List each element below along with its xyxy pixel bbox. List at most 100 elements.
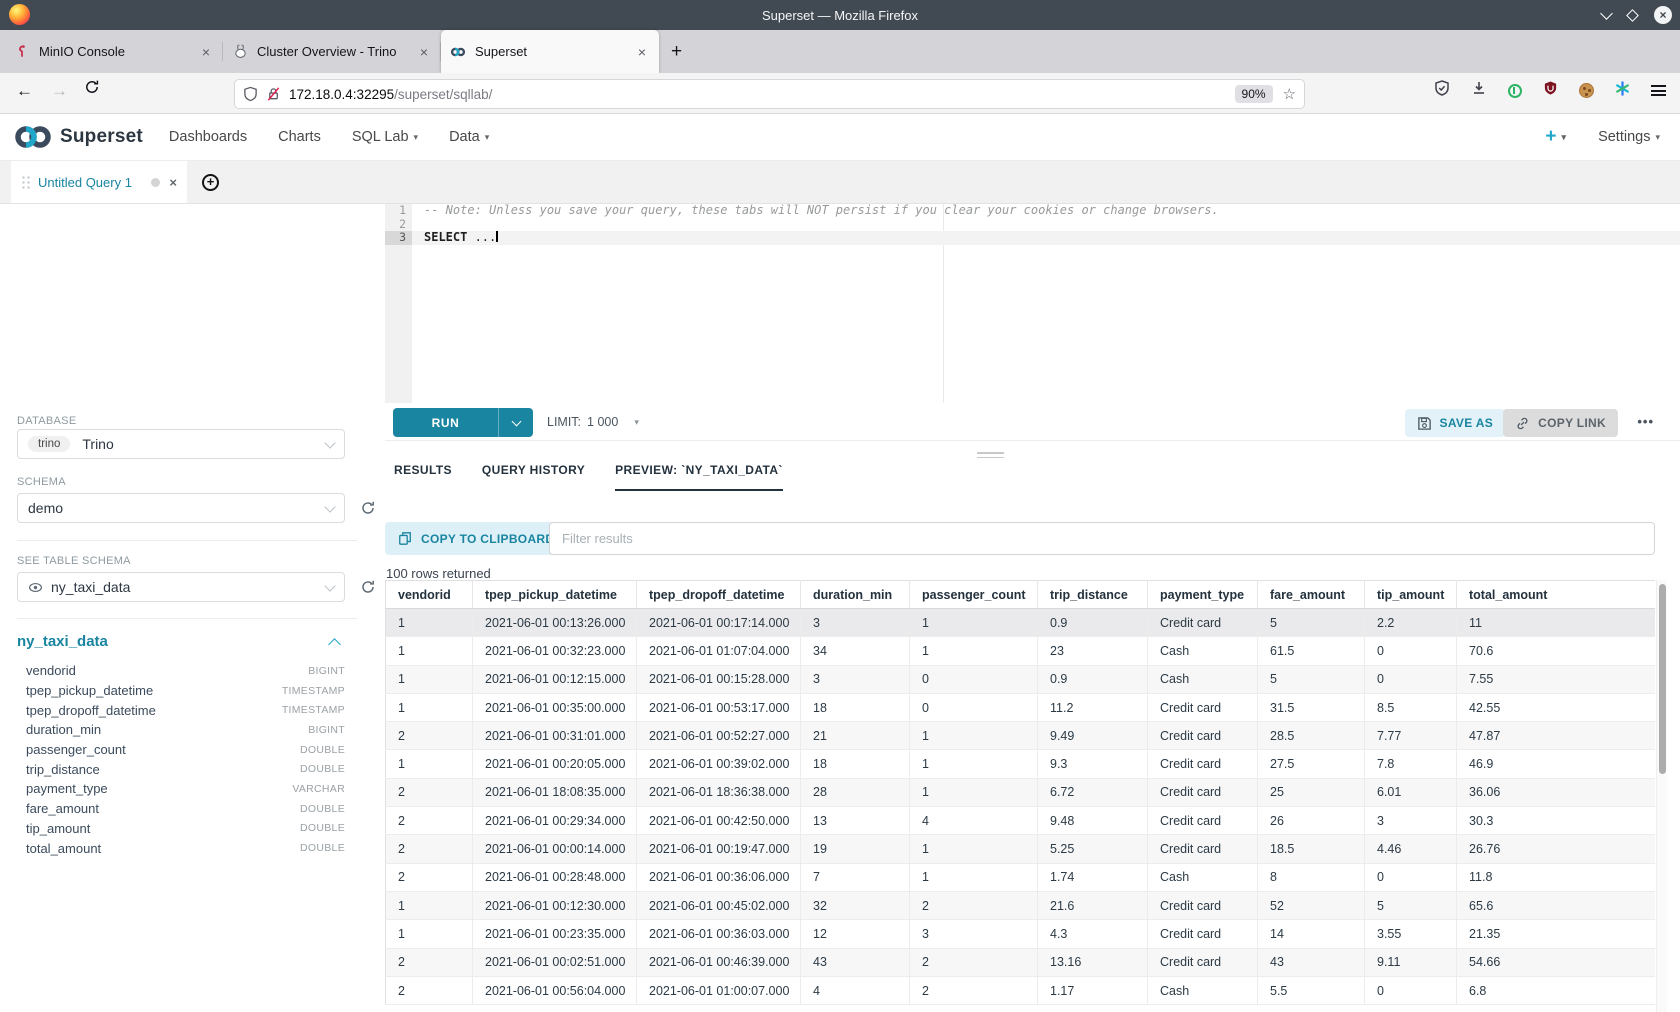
code-line-2[interactable] (412, 218, 1680, 232)
shield-icon[interactable] (243, 86, 258, 102)
database-select[interactable]: trino Trino (17, 429, 345, 459)
table-cell: 21 (801, 722, 910, 750)
schema-select[interactable]: demo (17, 493, 345, 523)
run-options-caret[interactable] (499, 408, 533, 437)
minimize-icon[interactable] (1600, 7, 1613, 20)
column-header-tip-amount[interactable]: tip_amount (1365, 581, 1457, 609)
table-row[interactable]: 12021-06-01 00:32:23.0002021-06-01 01:07… (386, 637, 1656, 665)
results-tab-preview-ny-taxi-data[interactable]: PREVIEW: `NY_TAXI_DATA` (615, 463, 783, 491)
refresh-schema-icon[interactable] (358, 498, 378, 518)
copy-link-button[interactable]: COPY LINK (1503, 409, 1618, 437)
close-tab-icon[interactable]: × (198, 44, 214, 60)
query-tab-untitled-query-1[interactable]: Untitled Query 1 × (11, 161, 187, 203)
table-row[interactable]: 22021-06-01 18:08:35.0002021-06-01 18:36… (386, 778, 1656, 806)
close-query-tab-icon[interactable]: × (169, 175, 177, 190)
close-tab-icon[interactable]: × (634, 44, 650, 60)
asterisk-extension-icon[interactable] (1615, 81, 1630, 101)
column-header-payment-type[interactable]: payment_type (1148, 581, 1258, 609)
table-row[interactable]: 12021-06-01 00:12:15.0002021-06-01 00:15… (386, 665, 1656, 693)
column-row-total-amount[interactable]: total_amountDOUBLE (17, 838, 345, 858)
table-row[interactable]: 22021-06-01 00:00:14.0002021-06-01 00:19… (386, 835, 1656, 863)
drag-handle-icon[interactable] (21, 175, 30, 189)
bookmark-star-icon[interactable]: ☆ (1283, 85, 1296, 103)
sql-editor[interactable]: 123 -- Note: Unless you save your query,… (385, 204, 1680, 403)
column-row-duration-min[interactable]: duration_minBIGINT (17, 720, 345, 740)
ublock-extension-icon[interactable] (1543, 80, 1558, 101)
table-row[interactable]: 12021-06-01 00:12:30.0002021-06-01 00:45… (386, 891, 1656, 919)
shield-check-icon[interactable] (1434, 80, 1450, 101)
table-row[interactable]: 22021-06-01 00:29:34.0002021-06-01 00:42… (386, 807, 1656, 835)
column-row-payment-type[interactable]: payment_typeVARCHAR (17, 779, 345, 799)
column-row-passenger-count[interactable]: passenger_countDOUBLE (17, 740, 345, 760)
zoom-level-badge[interactable]: 90% (1235, 85, 1273, 103)
new-item-button[interactable]: +▾ (1545, 126, 1566, 148)
collapse-caret-icon[interactable] (328, 638, 341, 651)
column-row-trip-distance[interactable]: trip_distanceDOUBLE (17, 759, 345, 779)
code-line-3[interactable]: SELECT ... (412, 231, 1680, 245)
url-bar[interactable]: 172.18.0.4:32295/superset/sqllab/ 90% ☆ (234, 79, 1305, 109)
column-header-tpep-pickup-datetime[interactable]: tpep_pickup_datetime (473, 581, 637, 609)
nav-item-sql-lab[interactable]: SQL Lab▾ (352, 129, 418, 145)
column-header-passenger-count[interactable]: passenger_count (910, 581, 1038, 609)
table-row[interactable]: 12021-06-01 00:20:05.0002021-06-01 00:39… (386, 750, 1656, 778)
table-row[interactable]: 12021-06-01 00:35:00.0002021-06-01 00:53… (386, 693, 1656, 721)
column-row-tpep-pickup-datetime[interactable]: tpep_pickup_datetimeTIMESTAMP (17, 681, 345, 701)
browser-tab-minio-console[interactable]: MinIO Console× (5, 30, 223, 73)
filter-results-input[interactable] (549, 522, 1655, 555)
settings-menu[interactable]: Settings▾ (1598, 129, 1660, 145)
table-row[interactable]: 22021-06-01 00:02:51.0002021-06-01 00:46… (386, 948, 1656, 976)
run-query-button[interactable]: RUN (393, 408, 533, 437)
nav-item-charts[interactable]: Charts (278, 129, 321, 145)
table-row[interactable]: 22021-06-01 00:31:01.0002021-06-01 00:52… (386, 722, 1656, 750)
column-header-tpep-dropoff-datetime[interactable]: tpep_dropoff_datetime (637, 581, 801, 609)
back-icon[interactable]: ← (16, 81, 33, 101)
column-header-fare-amount[interactable]: fare_amount (1258, 581, 1365, 609)
nav-item-data[interactable]: Data▾ (449, 129, 489, 145)
brand-name[interactable]: Superset (60, 126, 143, 148)
column-header-total-amount[interactable]: total_amount (1457, 581, 1656, 609)
close-window-icon[interactable]: × (1654, 6, 1672, 24)
column-row-fare-amount[interactable]: fare_amountDOUBLE (17, 799, 345, 819)
column-header-trip-distance[interactable]: trip_distance (1038, 581, 1148, 609)
copy-to-clipboard-button[interactable]: COPY TO CLIPBOARD (385, 522, 567, 555)
maximize-icon[interactable] (1626, 9, 1639, 22)
more-options-button[interactable]: ••• (1637, 414, 1654, 429)
browser-tab-superset[interactable]: Superset× (441, 30, 659, 73)
forward-icon[interactable]: → (51, 81, 68, 101)
table-cell: 34 (801, 637, 910, 665)
table-schema-select[interactable]: ny_taxi_data (17, 572, 345, 602)
download-icon[interactable] (1471, 80, 1487, 101)
table-schema-title[interactable]: ny_taxi_data (17, 633, 108, 650)
cookie-extension-icon[interactable] (1579, 83, 1594, 98)
table-row[interactable]: 22021-06-01 00:28:48.0002021-06-01 00:36… (386, 863, 1656, 891)
nav-item-dashboards[interactable]: Dashboards (169, 129, 247, 145)
insecure-lock-icon[interactable] (266, 86, 281, 102)
add-query-tab-button[interactable]: + (202, 174, 219, 191)
table-scrollbar[interactable] (1656, 580, 1667, 1012)
column-header-duration-min[interactable]: duration_min (801, 581, 910, 609)
code-line-1[interactable]: -- Note: Unless you save your query, the… (412, 204, 1680, 218)
ghostery-extension-icon[interactable] (1508, 84, 1522, 98)
results-tab-results[interactable]: RESULTS (394, 463, 452, 491)
query-tab-label[interactable]: Untitled Query 1 (38, 175, 147, 190)
pane-resize-handle[interactable] (977, 452, 1004, 461)
column-header-vendorid[interactable]: vendorid (386, 581, 473, 609)
column-row-vendorid[interactable]: vendoridBIGINT (17, 661, 345, 681)
browser-tab-cluster-overview-trino[interactable]: Cluster Overview - Trino× (223, 30, 441, 73)
column-row-tip-amount[interactable]: tip_amountDOUBLE (17, 819, 345, 839)
column-row-tpep-dropoff-datetime[interactable]: tpep_dropoff_datetimeTIMESTAMP (17, 700, 345, 720)
reload-icon[interactable] (84, 79, 100, 100)
table-row[interactable]: 12021-06-01 00:13:26.0002021-06-01 00:17… (386, 609, 1656, 637)
menu-hamburger-icon[interactable] (1651, 85, 1666, 96)
url-text[interactable]: 172.18.0.4:32295/superset/sqllab/ (289, 87, 1235, 102)
save-as-button[interactable]: SAVE AS (1405, 409, 1505, 437)
scrollbar-thumb[interactable] (1659, 584, 1666, 774)
new-tab-button[interactable]: + (659, 30, 694, 73)
table-row[interactable]: 22021-06-01 00:56:04.0002021-06-01 01:00… (386, 976, 1656, 1004)
table-row[interactable]: 12021-06-01 00:23:35.0002021-06-01 00:36… (386, 920, 1656, 948)
close-tab-icon[interactable]: × (416, 44, 432, 60)
results-tab-query-history[interactable]: QUERY HISTORY (482, 463, 585, 491)
refresh-table-icon[interactable] (358, 577, 378, 597)
limit-dropdown[interactable]: LIMIT: 1 000 ▾ (547, 415, 639, 429)
superset-logo[interactable]: Superset (13, 124, 143, 150)
